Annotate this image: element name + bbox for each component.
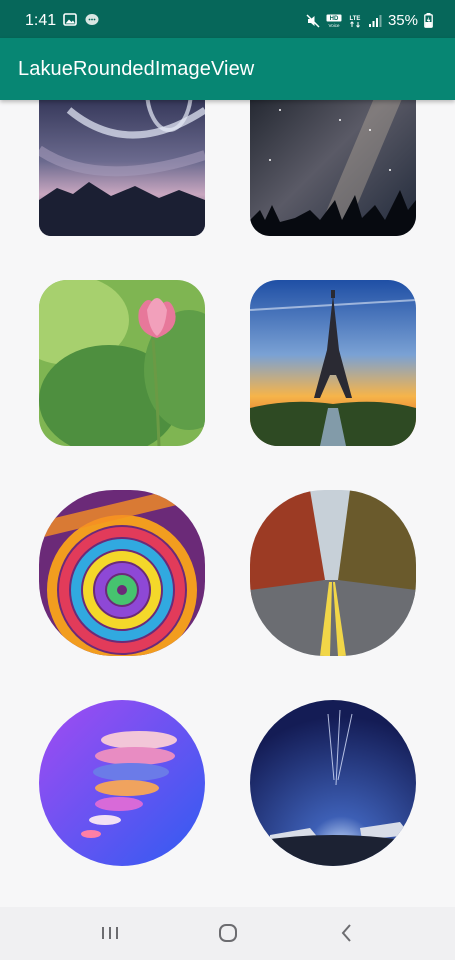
image-milky-way[interactable] [250,100,416,236]
battery-percent: 35% [387,12,418,29]
app-title: LakueRoundedImageView [18,58,255,80]
lte-icon: LTE [350,16,361,28]
status-left-icons [63,13,99,26]
image-pink-lotus[interactable] [39,280,205,446]
navigation-bar [0,907,455,960]
svg-text:Voice: Voice [328,23,340,28]
back-icon[interactable] [335,921,359,945]
image-stormy-sky[interactable] [39,100,205,236]
chat-badge-icon [85,14,99,25]
status-right-icons: HD Voice LTE 35% [306,12,433,29]
battery-charging-icon [424,13,433,28]
image-eiffel-tower[interactable] [250,280,416,446]
image-abstract-sphere[interactable] [39,700,205,866]
image-colorful-swirl[interactable] [39,490,205,656]
recent-apps-icon[interactable] [98,921,122,945]
hd-voice-icon: HD Voice [326,14,342,28]
status-time: 1:41 [25,12,57,29]
mute-icon [306,13,320,28]
app-bar: LakueRoundedImageView [0,38,455,100]
svg-text:HD: HD [330,16,339,22]
status-bar: 1:41 HD Voice LTE 35% [0,0,455,38]
image-grid[interactable] [0,100,455,907]
image-autumn-road[interactable] [250,490,416,656]
svg-text:LTE: LTE [350,16,361,22]
image-night-airshow[interactable] [250,700,416,866]
signal-icon [368,14,382,27]
image-icon [63,13,77,26]
home-icon[interactable] [216,921,240,945]
